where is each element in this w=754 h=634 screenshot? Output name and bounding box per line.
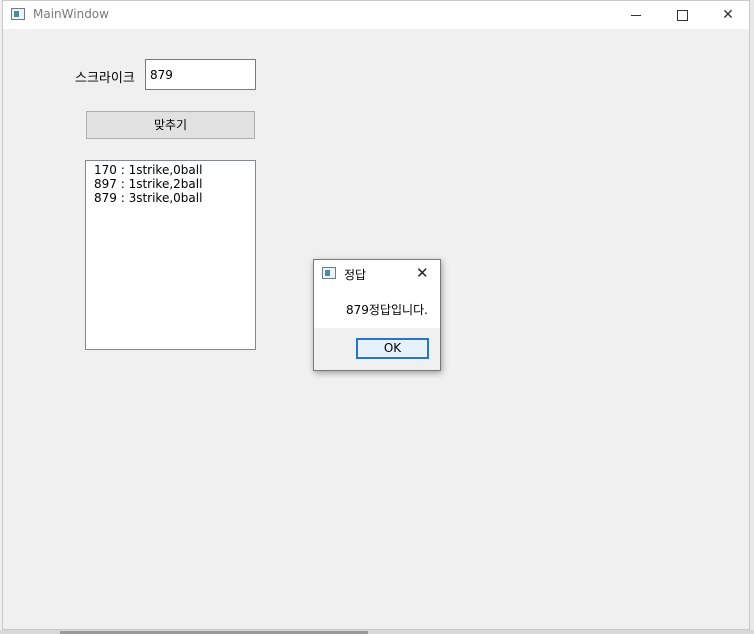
ok-button[interactable]: OK	[356, 338, 429, 359]
dialog-body: 879정답입니다.	[314, 288, 440, 328]
dialog-title: 정답	[344, 268, 367, 282]
close-icon: ✕	[722, 7, 734, 23]
message-dialog: 정답 ✕ 879정답입니다. OK	[313, 259, 441, 371]
guess-input[interactable]	[145, 59, 256, 90]
maximize-icon	[676, 9, 688, 21]
guess-button[interactable]: 맞추기	[86, 111, 255, 139]
dialog-message: 879정답입니다.	[346, 303, 428, 317]
window-title: MainWindow	[33, 7, 109, 21]
maximize-button[interactable]	[659, 1, 705, 29]
list-item[interactable]: 879 : 3strike,0ball	[94, 191, 247, 205]
close-button[interactable]: ✕	[705, 1, 751, 29]
minimize-icon	[631, 14, 641, 16]
desktop-background	[750, 0, 754, 634]
list-item[interactable]: 897 : 1strike,2ball	[94, 177, 247, 191]
dialog-close-icon[interactable]: ✕	[416, 264, 429, 282]
minimize-button[interactable]	[613, 1, 659, 29]
history-list[interactable]: 170 : 1strike,0ball 897 : 1strike,2ball …	[85, 160, 256, 350]
list-item[interactable]: 170 : 1strike,0ball	[94, 163, 247, 177]
dialog-title-bar[interactable]: 정답 ✕	[314, 260, 440, 288]
dialog-app-icon	[322, 267, 336, 279]
title-bar[interactable]: MainWindow ✕	[3, 1, 749, 29]
app-icon	[11, 8, 25, 20]
input-label: 스크라이크	[75, 71, 135, 86]
